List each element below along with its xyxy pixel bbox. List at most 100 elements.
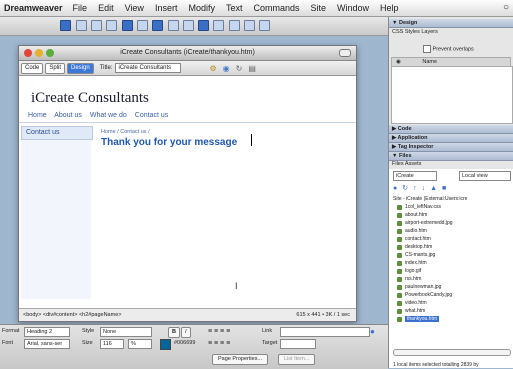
prevent-overlaps-checkbox[interactable]: Prevent overlaps: [393, 45, 474, 53]
file-item[interactable]: desktop.htm: [405, 244, 432, 250]
files-toolbar-icons[interactable]: ●↻↑↓▲■: [393, 184, 451, 192]
design-canvas[interactable]: iCreate Consultants Home About us What w…: [19, 76, 356, 306]
target-select[interactable]: [280, 339, 316, 349]
menu-text[interactable]: Text: [226, 3, 243, 13]
view-options-icon[interactable]: ▤: [248, 64, 256, 73]
checkbox-icon[interactable]: [423, 45, 431, 53]
image-icon[interactable]: [91, 20, 102, 31]
spotlight-icon[interactable]: ○: [503, 2, 509, 13]
file-item[interactable]: airport-extremedd.jpg: [405, 220, 453, 226]
file-item[interactable]: rss.htm: [405, 276, 421, 282]
style-select[interactable]: None: [100, 327, 152, 337]
align-icons[interactable]: ≡ ≡ ≡ ≡: [208, 328, 230, 335]
menu-commands[interactable]: Commands: [253, 3, 299, 13]
font-select[interactable]: Arial, sans-ser: [24, 339, 70, 349]
files-panel-header[interactable]: ▼ Files: [389, 152, 513, 161]
menu-bar: Dreamweaver File Edit View Insert Modify…: [0, 0, 513, 17]
layout-icon[interactable]: [60, 20, 71, 31]
refresh-icon[interactable]: ↻: [236, 64, 243, 73]
app-menu[interactable]: Dreamweaver: [4, 3, 63, 13]
menu-help[interactable]: Help: [380, 3, 399, 13]
code-view-button[interactable]: Code: [21, 62, 44, 74]
file-item-selected[interactable]: thankyou.htm: [405, 316, 440, 322]
close-icon[interactable]: [24, 49, 32, 57]
file-management-icon[interactable]: ⚙: [209, 64, 216, 73]
file-item[interactable]: contact.htm: [405, 236, 431, 242]
file-icon: [397, 253, 402, 258]
menu-insert[interactable]: Insert: [155, 3, 178, 13]
file-item[interactable]: index.htm: [405, 260, 427, 266]
site-root[interactable]: Site - iCreate (External:Users:icre: [393, 196, 467, 202]
zoom-icon[interactable]: [46, 49, 54, 57]
size-unit-select[interactable]: %: [128, 339, 152, 349]
title-label: Title:: [99, 65, 113, 71]
file-item[interactable]: CS-mants.jpg: [405, 252, 435, 258]
nav-about[interactable]: About us: [54, 112, 82, 119]
toolbar-toggle-icon[interactable]: [339, 49, 351, 57]
tag-chooser-icon[interactable]: [259, 20, 270, 31]
file-item[interactable]: PowerbookCandy.jpg: [405, 292, 452, 298]
sidebar-contact-link[interactable]: Contact us: [21, 126, 93, 140]
italic-button[interactable]: I: [181, 327, 191, 338]
point-to-file-icon[interactable]: ●: [370, 327, 375, 336]
breadcrumb[interactable]: Home / Contact us /: [101, 129, 150, 135]
design-panel-header[interactable]: ▼ Design: [389, 19, 513, 28]
size-input[interactable]: 116: [100, 339, 124, 349]
view-select[interactable]: Local view: [459, 171, 511, 181]
file-item[interactable]: about.htm: [405, 212, 427, 218]
css-layers-tabs[interactable]: CSS Styles Layers: [392, 29, 438, 35]
tag-inspector-header[interactable]: ▶ Tag Inspector: [389, 143, 513, 152]
site-select[interactable]: iCreate: [393, 171, 437, 181]
link-icon[interactable]: [168, 20, 179, 31]
bold-button[interactable]: B: [168, 327, 180, 338]
list-icons[interactable]: ≡ ≡ ≡ ≡: [208, 340, 230, 347]
page-heading[interactable]: Thank you for your message: [101, 137, 237, 148]
menu-window[interactable]: Window: [337, 3, 369, 13]
insert-toolbar: [0, 17, 388, 36]
frame-icon[interactable]: [152, 20, 163, 31]
panel-dock: ▼ Design CSS Styles Layers Prevent overl…: [388, 17, 513, 368]
color-value[interactable]: #006699: [174, 340, 195, 346]
nav-what-we-do[interactable]: What we do: [90, 112, 127, 119]
code-panel-header[interactable]: ▶ Code: [389, 125, 513, 134]
file-icon: [397, 221, 402, 226]
menu-modify[interactable]: Modify: [188, 3, 215, 13]
anchor-icon[interactable]: [183, 20, 194, 31]
menu-edit[interactable]: Edit: [98, 3, 114, 13]
files-scrollbar[interactable]: [393, 349, 511, 356]
document-title-bar: iCreate Consultants (iCreate/thankyou.ht…: [19, 46, 356, 61]
head-icon[interactable]: [229, 20, 240, 31]
file-item[interactable]: logo.gif: [405, 268, 421, 274]
tag-selector[interactable]: <body> <div#content> <h2#pageName>: [23, 312, 121, 318]
files-assets-tabs[interactable]: Files Assets: [392, 161, 421, 167]
file-item[interactable]: 1col_leftNav.css: [405, 204, 441, 210]
file-item[interactable]: video.htm: [405, 300, 427, 306]
file-item[interactable]: paulnewman.jpg: [405, 284, 441, 290]
div-icon[interactable]: [122, 20, 133, 31]
format-select[interactable]: Heading 2: [24, 327, 70, 337]
minimize-icon[interactable]: [35, 49, 43, 57]
table-icon[interactable]: [76, 20, 87, 31]
nav-home[interactable]: Home: [28, 112, 47, 119]
media-icon[interactable]: [106, 20, 117, 31]
menu-site[interactable]: Site: [311, 3, 327, 13]
split-view-button[interactable]: Split: [45, 62, 66, 74]
file-item[interactable]: what.htm: [405, 308, 425, 314]
menu-file[interactable]: File: [73, 3, 88, 13]
color-swatch[interactable]: [160, 339, 171, 350]
application-panel-header[interactable]: ▶ Application: [389, 134, 513, 143]
file-item[interactable]: audio.htm: [405, 228, 427, 234]
preview-icon[interactable]: ◉: [223, 64, 230, 73]
design-view-button[interactable]: Design: [67, 62, 94, 74]
form-icon[interactable]: [137, 20, 148, 31]
title-input[interactable]: iCreate Consultants: [115, 63, 182, 73]
link-input[interactable]: [280, 327, 370, 337]
page-properties-button[interactable]: Page Properties...: [212, 354, 269, 365]
nav-contact[interactable]: Contact us: [135, 112, 168, 119]
layers-list[interactable]: [391, 66, 513, 124]
template-icon[interactable]: [198, 20, 209, 31]
list-item-button[interactable]: List Item...: [278, 354, 316, 365]
menu-view[interactable]: View: [125, 3, 144, 13]
comment-icon[interactable]: [213, 20, 224, 31]
script-icon[interactable]: [244, 20, 255, 31]
